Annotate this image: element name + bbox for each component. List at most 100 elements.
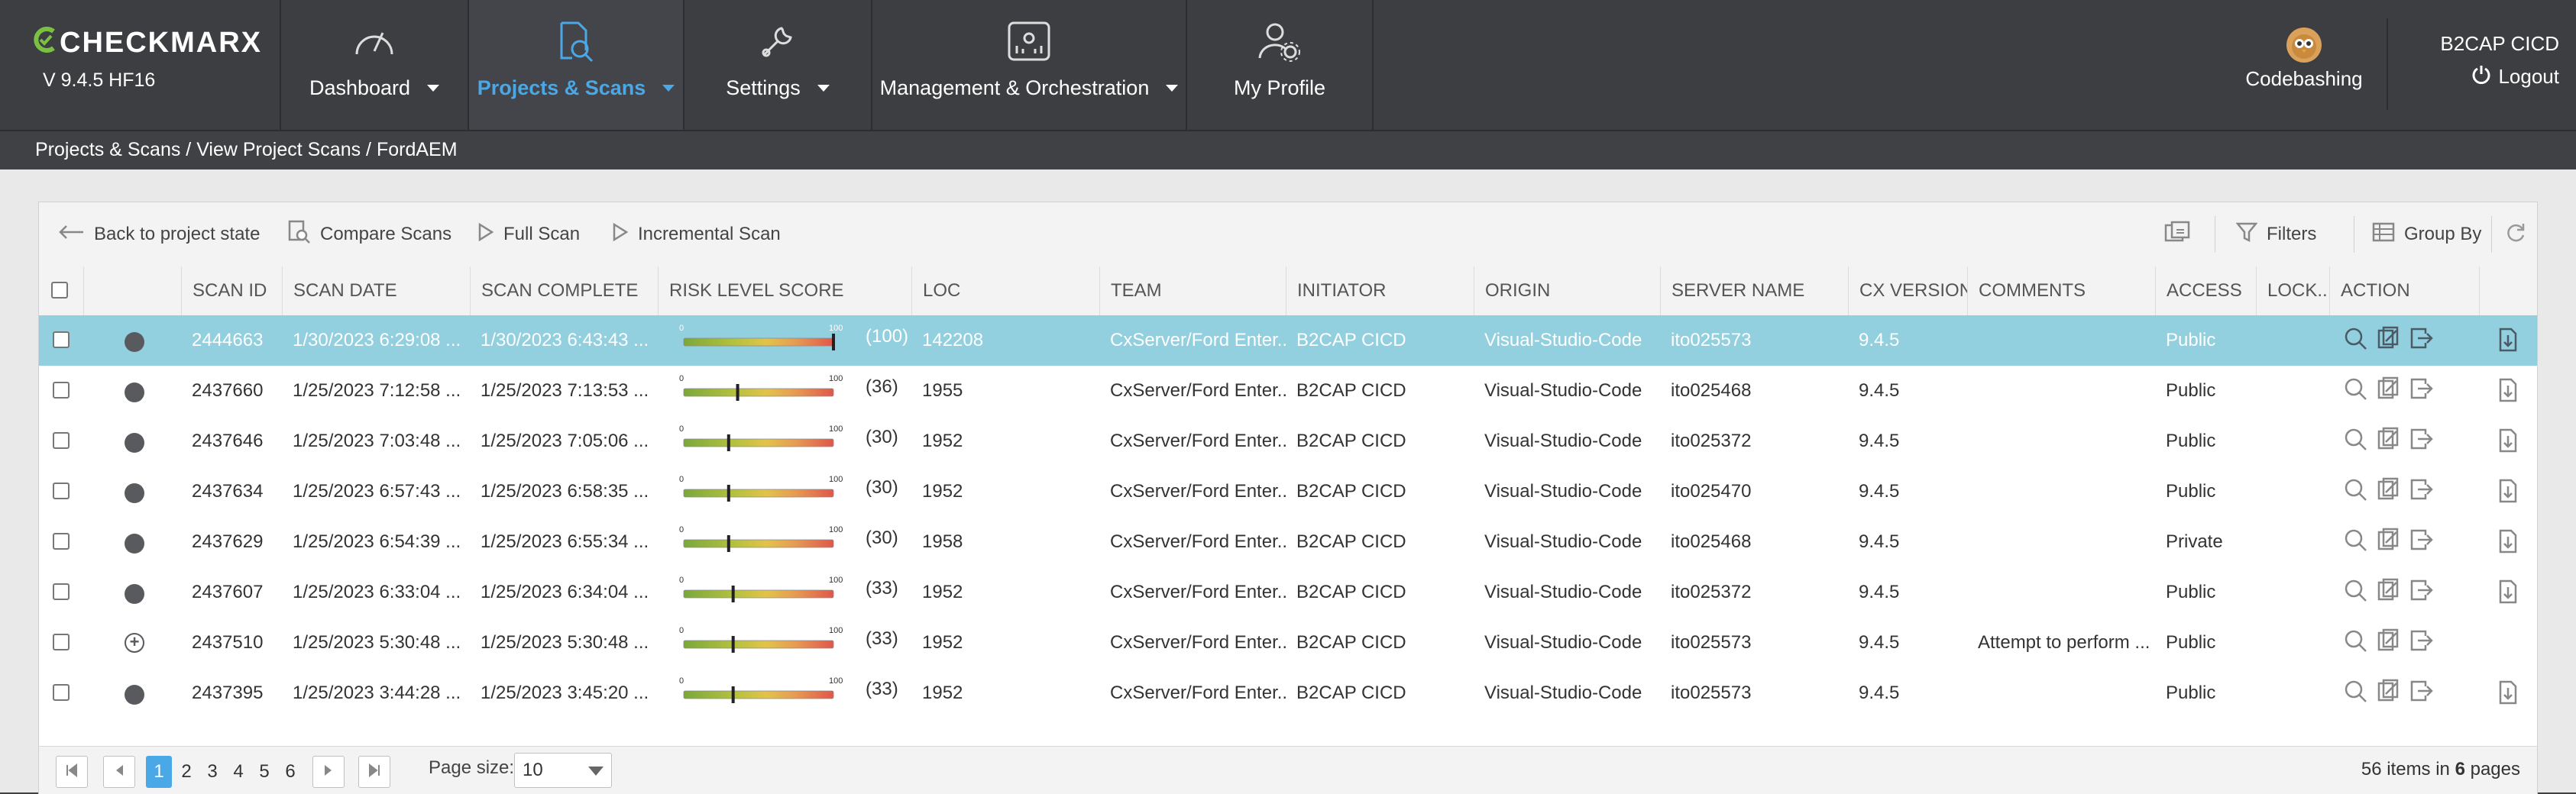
download-icon[interactable] — [2497, 680, 2519, 708]
page-2[interactable]: 2 — [175, 756, 198, 788]
export-scan-icon[interactable] — [2409, 376, 2433, 406]
table-row[interactable]: 2437646 1/25/2023 7:03:48 ... 1/25/2023 7:… — [39, 416, 2537, 467]
report-icon[interactable] — [2377, 628, 2401, 658]
view-results-icon[interactable] — [2343, 528, 2369, 557]
table-row[interactable]: 2437660 1/25/2023 7:12:58 ... 1/25/2023 7:… — [39, 366, 2537, 417]
initiator-cell: B2CAP CICD — [1296, 380, 1406, 401]
report-icon[interactable] — [2377, 477, 2401, 507]
column-initiator[interactable]: INITIATOR — [1286, 266, 1474, 315]
scan-id-cell: 2437634 — [192, 481, 264, 502]
view-results-icon[interactable] — [2343, 326, 2369, 356]
column-risk-level[interactable]: RISK LEVEL SCORE — [658, 266, 911, 315]
table-row[interactable]: +2437510 1/25/2023 5:30:48 ... 1/25/2023 5… — [39, 618, 2537, 669]
view-results-icon[interactable] — [2343, 477, 2369, 507]
select-all-checkbox[interactable] — [51, 282, 68, 299]
row-checkbox[interactable] — [53, 331, 70, 348]
view-results-icon[interactable] — [2343, 628, 2369, 658]
group-by-button[interactable]: Group By — [2372, 202, 2481, 266]
table-row[interactable]: 2437634 1/25/2023 6:57:43 ... 1/25/2023 6:… — [39, 466, 2537, 518]
column-loc[interactable]: LOC — [911, 266, 1099, 315]
table-row[interactable]: 2437395 1/25/2023 3:44:28 ... 1/25/2023 3:… — [39, 668, 2537, 719]
report-icon[interactable] — [2377, 528, 2401, 557]
table-row[interactable]: 2437629 1/25/2023 6:54:39 ... 1/25/2023 6:… — [39, 517, 2537, 568]
page-4[interactable]: 4 — [227, 756, 250, 788]
table-row[interactable] — [39, 718, 2537, 746]
table-row[interactable]: 2437607 1/25/2023 6:33:04 ... 1/25/2023 6:… — [39, 567, 2537, 618]
column-team[interactable]: TEAM — [1099, 266, 1286, 315]
download-icon[interactable] — [2497, 378, 2519, 406]
export-scan-icon[interactable] — [2409, 528, 2433, 557]
page-3[interactable]: 3 — [201, 756, 224, 788]
incremental-scan-button[interactable]: Incremental Scan — [612, 202, 781, 266]
column-cx-version[interactable]: CX VERSION — [1848, 266, 1967, 315]
row-actions — [2343, 477, 2433, 507]
view-results-icon[interactable] — [2343, 578, 2369, 608]
refresh-button[interactable] — [2505, 202, 2526, 266]
download-icon[interactable] — [2497, 428, 2519, 457]
report-icon[interactable] — [2377, 578, 2401, 608]
checkmarx-logo[interactable]: CHECKMARX — [34, 26, 262, 60]
report-icon[interactable] — [2377, 679, 2401, 708]
nav-management-orchestration[interactable]: Management & Orchestration — [871, 0, 1186, 130]
filters-button[interactable]: Filters — [2235, 202, 2316, 266]
row-checkbox[interactable] — [53, 684, 70, 701]
nav-settings[interactable]: Settings — [683, 0, 871, 130]
export-scan-icon[interactable] — [2409, 578, 2433, 608]
download-icon[interactable] — [2497, 479, 2519, 507]
column-scan-id[interactable]: SCAN ID — [181, 266, 282, 315]
view-results-icon[interactable] — [2343, 427, 2369, 457]
export-scan-icon[interactable] — [2409, 427, 2433, 457]
user-gear-icon — [1257, 18, 1303, 64]
column-scan-date[interactable]: SCAN DATE — [282, 266, 470, 315]
logout-button[interactable]: Logout — [2414, 63, 2559, 90]
row-checkbox[interactable] — [53, 483, 70, 499]
next-page-button[interactable] — [312, 756, 345, 788]
download-icon[interactable] — [2497, 328, 2519, 356]
risk-min-label: 0 — [679, 576, 684, 585]
column-comments[interactable]: COMMENTS — [1967, 266, 2155, 315]
column-origin[interactable]: ORIGIN — [1474, 266, 1660, 315]
view-results-icon[interactable] — [2343, 679, 2369, 708]
download-icon[interactable] — [2497, 529, 2519, 557]
export-scan-icon[interactable] — [2409, 477, 2433, 507]
codebashing-link[interactable]: Codebashing — [2243, 27, 2365, 91]
nav-projects-scans[interactable]: Projects & Scans — [468, 0, 683, 130]
risk-level-gauge: 0 100 — [678, 424, 853, 459]
column-access[interactable]: ACCESS — [2155, 266, 2256, 315]
column-lock[interactable]: LOCK... — [2256, 266, 2329, 315]
export-scan-icon[interactable] — [2409, 679, 2433, 708]
compare-scans-button[interactable]: Compare Scans — [288, 202, 451, 266]
row-checkbox[interactable] — [53, 432, 70, 449]
back-to-project-button[interactable]: Back to project state — [57, 202, 260, 266]
page-6[interactable]: 6 — [279, 756, 302, 788]
nav-my-profile[interactable]: My Profile — [1186, 0, 1374, 130]
page-5[interactable]: 5 — [253, 756, 276, 788]
column-server-name[interactable]: SERVER NAME — [1660, 266, 1848, 315]
row-checkbox[interactable] — [53, 583, 70, 600]
nav-dashboard[interactable]: Dashboard — [280, 0, 468, 130]
report-icon[interactable] — [2377, 326, 2401, 356]
server-name-cell: ito025573 — [1671, 330, 1752, 350]
export-button[interactable] — [2164, 202, 2190, 266]
prev-page-button[interactable] — [103, 756, 135, 788]
first-page-button[interactable] — [56, 756, 88, 788]
logout-label: Logout — [2498, 65, 2559, 88]
view-results-icon[interactable] — [2343, 376, 2369, 406]
table-row[interactable]: 2444663 1/30/2023 6:29:08 ... 1/30/2023 6:… — [39, 315, 2537, 366]
download-icon[interactable] — [2497, 579, 2519, 608]
report-icon[interactable] — [2377, 427, 2401, 457]
page-size-select[interactable]: 10 — [514, 753, 612, 788]
report-icon[interactable] — [2377, 376, 2401, 406]
row-checkbox[interactable] — [53, 382, 70, 399]
pages-count: 6 — [2455, 759, 2465, 779]
column-scan-complete[interactable]: SCAN COMPLETE — [470, 266, 658, 315]
last-page-button[interactable] — [358, 756, 390, 788]
row-checkbox[interactable] — [53, 634, 70, 650]
export-scan-icon[interactable] — [2409, 628, 2433, 658]
scan-date-cell: 1/25/2023 6:57:43 ... — [293, 481, 461, 502]
row-checkbox[interactable] — [53, 533, 70, 550]
full-scan-button[interactable]: Full Scan — [477, 202, 580, 266]
export-icon — [2164, 221, 2190, 249]
page-1[interactable]: 1 — [146, 756, 172, 788]
export-scan-icon[interactable] — [2409, 326, 2433, 356]
